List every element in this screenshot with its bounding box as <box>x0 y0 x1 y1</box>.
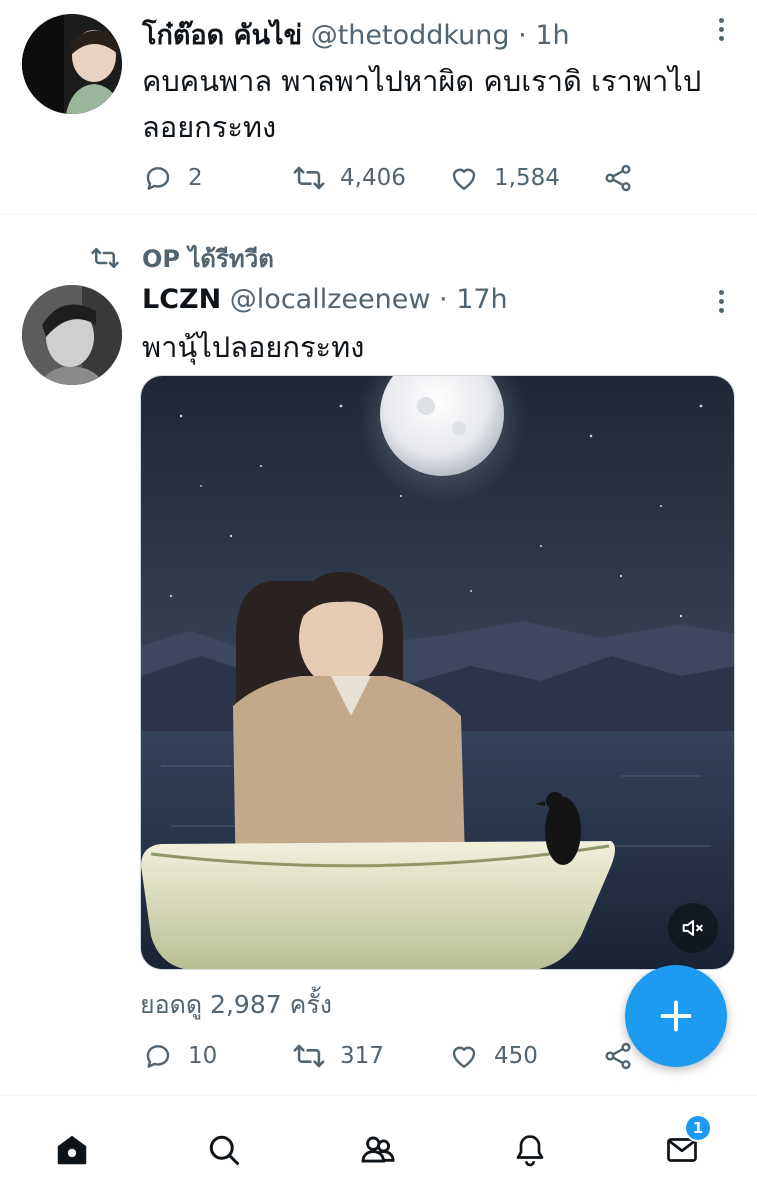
timestamp[interactable]: 17h <box>456 284 507 315</box>
separator: · <box>439 284 448 315</box>
avatar-locallzeenew[interactable] <box>22 285 122 385</box>
reply-count: 2 <box>188 165 203 191</box>
heart-icon <box>452 168 476 190</box>
retweeted-by-label[interactable]: OP ได้รีทวีต <box>90 238 274 278</box>
display-name[interactable]: LCZN <box>142 284 221 315</box>
more-options-icon[interactable] <box>715 14 727 45</box>
reply-count: 10 <box>188 1043 218 1069</box>
mute-toggle-button[interactable] <box>668 903 718 953</box>
tweet-1[interactable]: โก๋ต๊อด คันไข่ @thetoddkung · 1h คบคนพาล… <box>0 0 757 215</box>
share-button[interactable] <box>602 158 648 198</box>
tweet-text: พานุ้ไปลอยกระทง <box>142 330 365 364</box>
retweet-count: 317 <box>340 1043 384 1069</box>
display-name[interactable]: โก๋ต๊อด คันไข่ <box>142 20 302 51</box>
nav-search[interactable] <box>194 1120 254 1180</box>
home-icon <box>57 1135 87 1165</box>
tweet-text: คบคนพาล พาลพาไปหาผิด คบเราดิ เราพาไปลอยก… <box>142 64 702 144</box>
reply-button[interactable]: 2 <box>142 158 203 198</box>
like-count: 450 <box>494 1043 538 1069</box>
tweet-header: โก๋ต๊อด คันไข่ @thetoddkung · 1h <box>142 18 570 54</box>
tweet-divider <box>0 214 757 215</box>
retweet-icon <box>293 1044 325 1068</box>
heart-icon <box>452 1046 476 1068</box>
bell-icon <box>516 1135 544 1167</box>
communities-icon <box>361 1136 395 1163</box>
tweet-actions: 10 317 450 <box>142 1036 662 1076</box>
reply-icon <box>146 1045 170 1068</box>
retweet-icon <box>91 248 119 268</box>
timestamp[interactable]: 1h <box>535 20 569 51</box>
handle[interactable]: @thetoddkung <box>311 20 510 51</box>
view-count: ยอดดู 2,987 ครั้ง <box>140 990 332 1019</box>
like-button[interactable]: 450 <box>448 1036 538 1076</box>
tweet-actions: 2 4,406 1,584 <box>142 158 662 198</box>
unread-messages-badge: 1 <box>684 1114 712 1142</box>
search-icon <box>209 1135 239 1165</box>
retweet-button[interactable]: 317 <box>292 1036 384 1076</box>
like-button[interactable]: 1,584 <box>448 158 560 198</box>
compose-tweet-button[interactable] <box>625 965 727 1067</box>
tweet-header: LCZN @locallzeenew · 17h <box>142 282 508 318</box>
retweet-count: 4,406 <box>340 165 406 191</box>
share-icon <box>605 1042 631 1070</box>
retweet-button[interactable]: 4,406 <box>292 158 406 198</box>
like-count: 1,584 <box>494 165 560 191</box>
handle[interactable]: @locallzeenew <box>230 284 431 315</box>
share-icon <box>605 164 631 192</box>
nav-notifications[interactable] <box>500 1120 560 1180</box>
plus-icon <box>660 1000 692 1032</box>
nav-messages[interactable]: 1 <box>652 1114 712 1180</box>
retweet-icon <box>293 166 325 190</box>
nav-communities[interactable] <box>348 1120 408 1180</box>
video-frame <box>141 376 734 969</box>
tweet-video[interactable] <box>140 375 735 970</box>
nav-home[interactable] <box>42 1120 102 1180</box>
reply-button[interactable]: 10 <box>142 1036 217 1076</box>
reply-icon <box>146 167 170 190</box>
separator: · <box>518 20 527 51</box>
avatar-thetoddkung[interactable] <box>22 14 122 114</box>
speaker-muted-icon <box>682 920 703 936</box>
retweet-label-text: OP ได้รีทวีต <box>142 244 274 273</box>
more-options-icon[interactable] <box>715 286 727 317</box>
bottom-navigation: 1 <box>0 1095 757 1201</box>
